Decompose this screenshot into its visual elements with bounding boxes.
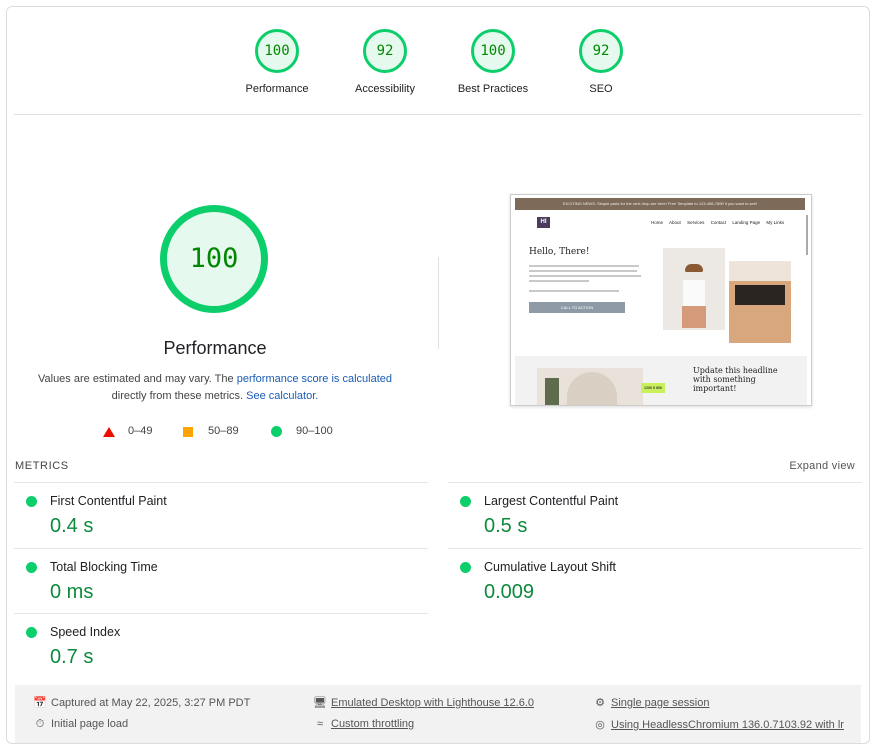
gauge-accessibility-label: Accessibility [355,83,415,95]
metric-value: 0.4 s [50,515,94,537]
metric-value: 0.7 s [50,646,94,668]
thumb-badge: 1200 X 600 [641,383,665,393]
pass-circle-icon [26,562,37,573]
metric-cls: Cumulative Layout Shift 0.009 [448,548,862,614]
gauge-seo-score: 92 [579,29,623,73]
session-icon: ⚙ [595,697,605,709]
wifi-icon: ≈ [316,718,324,730]
gauge-best-practices-score: 100 [471,29,515,73]
performance-title: Performance [163,338,267,358]
browser-icon: ◎ [595,719,605,731]
pass-circle-icon [271,426,282,437]
metric-name: First Contentful Paint [50,494,167,508]
gauge-performance[interactable]: 100 Performance [217,29,337,95]
metric-tbt: Total Blocking Time 0 ms [14,548,428,614]
thumb-cta: CALL TO ACTION [529,302,625,313]
runtime-settings: 📅 Captured at May 22, 2025, 3:27 PM PDT ⏱… [15,685,861,743]
final-screenshot-thumbnail[interactable]: EXCITING NEWS: Simple parts for the next… [510,194,812,406]
metric-name: Cumulative Layout Shift [484,560,617,574]
captured-at-text: Captured at May 22, 2025, 3:27 PM PDT [51,697,251,709]
gauge-seo[interactable]: 92 SEO [541,29,661,95]
legend-fail-label: 0–49 [128,425,153,437]
thumb-nav-item: About [669,220,681,225]
legend-pass-label: 90–100 [296,425,333,437]
gauge-best-practices[interactable]: 100 Best Practices [433,29,553,95]
expand-view-toggle[interactable]: Expand view [789,460,855,472]
thumb-nav-item: Home [651,220,664,225]
thumb-nav: Home About Services Contact Landing Page… [651,220,789,225]
metric-lcp: Largest Contentful Paint 0.5 s [448,482,862,548]
emulated-device[interactable]: 🖥 Emulated Desktop with Lighthouse 12.6.0 [313,696,534,709]
gauge-performance-score: 100 [255,29,299,73]
browser-info[interactable]: ◎ Using HeadlessChromium 136.0.7103.92 wi… [593,718,844,731]
metric-value: 0 ms [50,581,94,603]
gauge-accessibility-score: 92 [363,29,407,73]
pass-circle-icon [26,496,37,507]
disclaimer-text-2: directly from these metrics. [111,390,247,402]
average-square-icon [183,427,193,437]
metric-speed-index: Speed Index 0.7 s [14,613,428,679]
thumb-headline: Update this headline with something impo… [693,366,778,393]
gauge-accessibility[interactable]: 92 Accessibility [325,29,445,95]
gauge-best-practices-label: Best Practices [457,83,529,95]
thumb-text-line [529,280,589,282]
thumb-photo-interior [537,368,643,405]
thumb-text-line [529,275,641,277]
initial-load: ⏱ Initial page load [33,718,128,731]
thumb-nav-item: Services [687,220,705,225]
throttling-text: Custom throttling [331,718,415,730]
lighthouse-report-card: 100 Performance 92 Accessibility 100 Bes… [6,6,870,744]
legend-average-label: 50–89 [208,425,239,437]
category-gauges: 100 Performance 92 Accessibility 100 Bes… [7,7,869,115]
pass-circle-icon [460,496,471,507]
thumb-logo: HI [537,217,550,228]
timer-icon: ⏱ [35,718,45,730]
score-calculated-link[interactable]: performance score is calculated [237,373,392,385]
metric-value: 0.009 [484,581,535,603]
vertical-divider [438,257,439,349]
initial-load-text: Initial page load [51,718,129,730]
gauge-seo-label: SEO [589,83,613,95]
header-divider [14,114,862,115]
emulated-device-text: Emulated Desktop with Lighthouse 12.6.0 [331,697,535,709]
thumb-hello: Hello, There! [529,247,590,257]
thumb-banner: EXCITING NEWS: Simple parts for the next… [515,198,805,210]
thumb-nav-item: Landing Page [732,220,761,225]
metric-value: 0.5 s [484,515,528,537]
fail-triangle-icon [103,427,115,437]
thumb-nav-item: My Links [766,220,785,225]
pass-circle-icon [26,627,37,638]
thumb-text-line [529,290,619,292]
desktop-icon: 🖥 [313,697,327,709]
session-type[interactable]: ⚙ Single page session [593,696,709,709]
performance-score-gauge: 100 [160,205,268,313]
metrics-heading: METRICS [15,460,69,472]
thumb-photo-woman [663,248,725,330]
thumb-photo-rack [729,261,791,343]
metric-name: Speed Index [50,625,121,639]
thumb-section: 1200 X 600 Update this headline with som… [515,356,807,405]
performance-disclaimer: Values are estimated and may vary. The p… [35,371,395,405]
gauge-performance-label: Performance [245,83,309,95]
metric-fcp: First Contentful Paint 0.4 s [14,482,428,548]
captured-at: 📅 Captured at May 22, 2025, 3:27 PM PDT [33,696,250,709]
pass-circle-icon [460,562,471,573]
throttling[interactable]: ≈ Custom throttling [313,718,414,730]
browser-info-text: Using HeadlessChromium 136.0.7103.92 wit… [611,719,844,731]
thumb-text-line [529,270,637,272]
thumb-nav-item: Contact [710,220,727,225]
metric-name: Largest Contentful Paint [484,494,619,508]
disclaimer-text-1: Values are estimated and may vary. The [37,373,237,385]
thumb-text-line [529,265,639,267]
see-calculator-link[interactable]: See calculator. [246,390,318,402]
thumb-scrollbar [806,215,808,255]
metric-name: Total Blocking Time [50,560,158,574]
calendar-icon: 📅 [33,697,47,709]
session-type-text: Single page session [611,697,710,709]
